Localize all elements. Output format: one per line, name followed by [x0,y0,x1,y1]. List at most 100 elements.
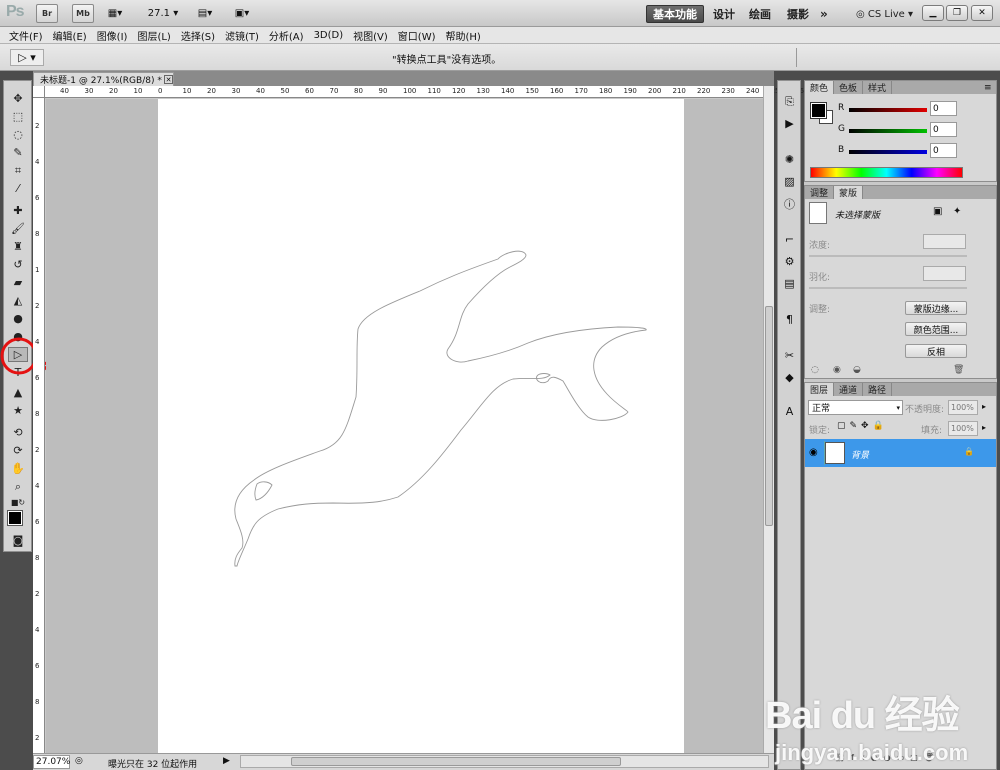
history-panel-icon[interactable]: ⎘ [781,93,798,110]
clone-stamp-tool-icon[interactable]: ♜ [8,239,28,254]
load-selection-icon[interactable]: ◌ [811,365,819,375]
paragraph-panel-icon[interactable]: ¶ [781,311,798,328]
vertical-ruler[interactable]: 2 4 6 8 1 2 4 6 8 2 4 6 8 2 4 6 8 2 [33,98,45,753]
foreground-color-swatch[interactable] [7,510,23,526]
density-field[interactable] [923,234,966,249]
eraser-tool-icon[interactable]: ▰ [8,275,28,290]
cs-live-button[interactable]: ◎ CS Live ▾ [856,5,913,23]
bridge-button[interactable]: Br [36,4,58,23]
healing-brush-tool-icon[interactable]: ✚ [8,203,28,218]
opacity-field[interactable]: 100% [948,400,978,415]
tool-presets-panel-icon[interactable]: ⌐ [781,231,798,248]
menu-image[interactable]: 图像(I) [94,28,135,43]
menu-view[interactable]: 视图(V) [350,28,395,43]
clone-source-panel-icon[interactable]: ▨ [781,173,798,190]
actions-panel-icon[interactable]: ▶ [781,115,798,132]
vector-mask-icon[interactable]: ✦ [953,206,961,217]
feather-field[interactable] [923,266,966,281]
blend-mode-select[interactable]: 正常 ▾ [808,400,903,415]
ruler-origin[interactable] [33,86,45,98]
mini-bridge-button[interactable]: Mb [72,4,94,23]
opacity-arrow-icon[interactable]: ▸ [982,402,986,411]
feather-slider[interactable] [809,287,967,289]
green-slider[interactable] [849,129,927,133]
history-brush-tool-icon[interactable]: ↺ [8,257,28,272]
menu-select[interactable]: 选择(S) [178,28,222,43]
red-value[interactable]: 0 [930,101,957,116]
character-panel-icon[interactable]: A [781,403,798,420]
menu-3d[interactable]: 3D(D) [311,30,351,41]
zoom-tool-icon[interactable]: ⌕ [8,479,28,494]
delete-mask-icon[interactable]: 🗑 [953,365,964,375]
tab-adjustments[interactable]: 调整 [805,186,835,199]
brushes-panel-icon[interactable]: ✺ [781,151,798,168]
disable-mask-icon[interactable]: ◒ [853,365,861,375]
document-canvas[interactable] [158,99,684,753]
more-workspaces-icon[interactable]: » [820,5,828,23]
menu-file[interactable]: 文件(F) [6,28,50,43]
tab-close-icon[interactable]: ✕ [164,75,173,84]
arrange-documents-icon[interactable]: ▤▾ [192,4,218,23]
minimize-button[interactable]: ▁ [922,5,944,21]
fill-field[interactable]: 100% [948,421,978,436]
workspace-essentials[interactable]: 基本功能 [646,5,704,23]
foreground-color-swatch[interactable] [810,102,827,119]
mask-edge-button[interactable]: 蒙版边缘... [905,301,967,315]
workspace-painting[interactable]: 绘画 [749,5,771,23]
info-panel-icon[interactable]: ⓘ [781,195,798,212]
zoom-level-dropdown[interactable]: 27.1 ▾ [146,4,180,23]
swap-colors-icon[interactable]: ■↻ [8,495,28,510]
status-options-icon[interactable]: ◎ [75,756,83,766]
layer-row-background[interactable]: ◉ 背景 🔒 [805,439,996,467]
workspace-design[interactable]: 设计 [713,5,735,23]
fill-arrow-icon[interactable]: ▸ [982,423,986,432]
tab-masks[interactable]: 蒙版 [834,186,864,199]
green-value[interactable]: 0 [930,122,957,137]
eyedropper-tool-icon[interactable]: ⁄ [8,181,28,196]
menu-layer[interactable]: 图层(L) [134,28,177,43]
invert-button[interactable]: 反相 [905,344,967,358]
pixel-mask-icon[interactable]: ▣ [933,206,942,217]
tab-paths[interactable]: 路径 [863,383,893,396]
horizontal-ruler[interactable]: 40 30 20 10 0 10 20 30 40 50 60 70 80 90 100 110 120 130 1… [45,86,882,98]
tab-layers[interactable]: 图层 [805,383,835,396]
panel-menu-icon[interactable]: ≡ [984,83,992,93]
zoom-field[interactable]: 27.07% [33,755,70,769]
horizontal-scrollbar[interactable] [240,755,769,768]
tab-channels[interactable]: 通道 [834,383,864,396]
density-slider[interactable] [809,255,967,257]
tab-color[interactable]: 颜色 [805,81,835,94]
marquee-tool-icon[interactable]: ⬚ [8,109,28,124]
animation-panel-icon[interactable]: ◆ [781,369,798,386]
lasso-tool-icon[interactable]: ◌ [8,127,28,142]
hand-tool-icon[interactable]: ✋ [8,461,28,476]
blur-tool-icon[interactable]: ● [8,311,28,326]
vertical-scroll-thumb[interactable] [765,306,773,526]
vertical-scrollbar[interactable] [763,86,774,753]
move-tool-icon[interactable]: ✥ [8,91,28,106]
brush-tool-icon[interactable]: 🖌 [8,221,28,236]
quick-select-tool-icon[interactable]: ✎ [8,145,28,160]
3d-panel-icon[interactable]: ✂ [781,347,798,364]
menu-window[interactable]: 窗口(W) [395,28,443,43]
layer-visibility-eye-icon[interactable]: ◉ [809,447,818,458]
blue-value[interactable]: 0 [930,143,957,158]
quick-mask-icon[interactable]: ◙ [8,533,28,548]
tab-styles[interactable]: 样式 [863,81,893,94]
close-button[interactable]: ✕ [971,5,993,21]
tab-swatches[interactable]: 色板 [834,81,864,94]
screen-view-icon[interactable]: ▦▾ [104,4,126,23]
menu-edit[interactable]: 编辑(E) [50,28,94,43]
document-tab[interactable]: 未标题-1 @ 27.1%(RGB/8) * ✕ [33,72,174,86]
red-slider[interactable] [849,108,927,112]
character-styles-panel-icon[interactable]: ⚙ [781,253,798,270]
status-menu-arrow-icon[interactable]: ▶ [223,756,230,766]
layers-footer-icons[interactable]: ⛓fx◐◑▭◰🗑 [835,753,940,762]
menu-analysis[interactable]: 分析(A) [266,28,311,43]
color-range-button[interactable]: 颜色范围... [905,322,967,336]
screen-mode-icon[interactable]: ▣▾ [229,4,255,23]
crop-tool-icon[interactable]: ⌗ [8,163,28,178]
menu-filter[interactable]: 滤镜(T) [222,28,266,43]
horizontal-scroll-thumb[interactable] [291,757,621,766]
blue-slider[interactable] [849,150,927,154]
